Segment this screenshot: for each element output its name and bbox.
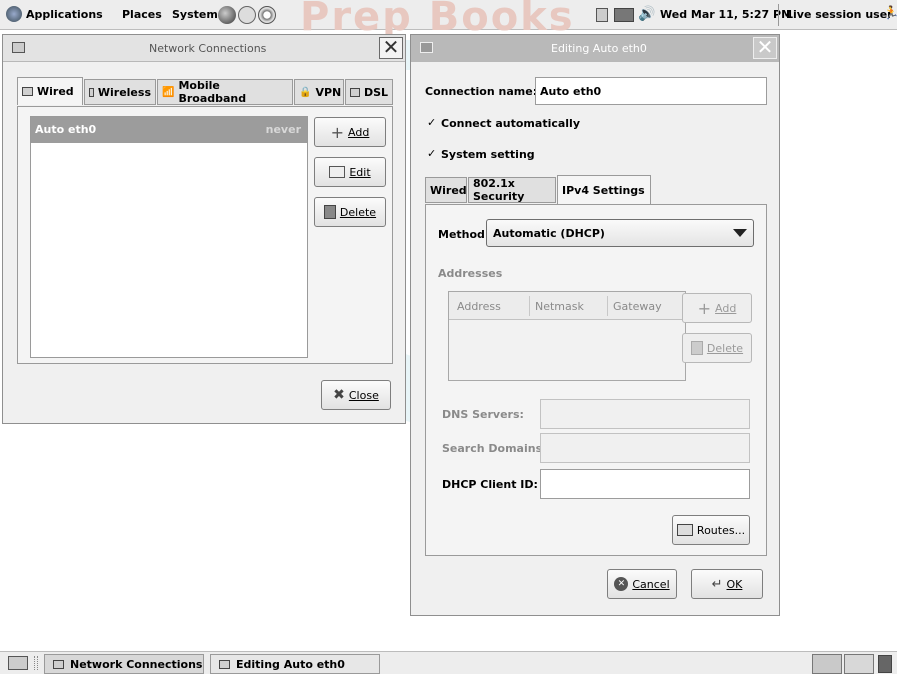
gnome-foot-icon[interactable] — [6, 6, 22, 22]
connection-name: Auto eth0 — [35, 123, 97, 136]
cancel-button[interactable]: ✕ Cancel — [607, 569, 677, 599]
search-domains-field[interactable] — [540, 433, 750, 463]
dns-servers-field[interactable] — [540, 399, 750, 429]
firefox-icon[interactable] — [218, 6, 236, 24]
routes-icon — [676, 524, 693, 536]
connection-last-used: never — [265, 123, 301, 136]
volume-icon[interactable]: 🔊 — [638, 7, 655, 21]
window-icon — [12, 42, 25, 53]
window-icon — [420, 42, 433, 53]
trash-icon — [323, 205, 336, 219]
cancel-icon: ✕ — [614, 577, 629, 591]
dhcp-client-id-field[interactable] — [540, 469, 750, 499]
settings-tabs: Wired 802.1x Security IPv4 Settings — [425, 175, 655, 205]
antenna-icon: 📶 — [162, 86, 175, 98]
add-button[interactable]: + Add — [314, 117, 386, 147]
column-netmask: Netmask — [535, 300, 584, 313]
ok-arrow-icon: ↵ — [711, 576, 723, 592]
window-icon — [219, 659, 230, 669]
column-gateway: Gateway — [613, 300, 662, 313]
address-add-button[interactable]: + Add — [682, 293, 752, 323]
show-desktop-icon[interactable] — [8, 656, 28, 670]
close-icon[interactable]: ✕ — [753, 37, 777, 59]
close-icon[interactable]: ✕ — [379, 37, 403, 59]
method-label: Method: — [438, 228, 490, 241]
network-connections-window: Network Connections ✕ Wired Wireless 📶 Mo… — [2, 34, 406, 424]
delete-button[interactable]: Delete — [314, 197, 386, 227]
workspace-1[interactable] — [812, 654, 842, 674]
clipboard-icon[interactable] — [596, 8, 608, 22]
connect-automatically-label[interactable]: Connect automatically — [441, 117, 580, 130]
table-header: Address Netmask Gateway — [449, 292, 685, 320]
network-icon[interactable] — [614, 8, 634, 22]
chevron-down-icon — [733, 229, 747, 237]
column-divider — [529, 296, 530, 316]
address-delete-button[interactable]: Delete — [682, 333, 752, 363]
task-editing-auto-eth0[interactable]: Editing Auto eth0 — [210, 654, 380, 674]
dns-servers-label: DNS Servers: — [442, 408, 524, 421]
workspace-2[interactable] — [844, 654, 874, 674]
task-network-connections[interactable]: Network Connections — [44, 654, 204, 674]
system-setting-checkbox[interactable]: ✓ — [427, 148, 437, 159]
window-icon — [53, 659, 64, 669]
connection-type-tabs: Wired Wireless 📶 Mobile Broadband 🔒 VPN DS… — [17, 77, 393, 107]
edit-connection-window: Editing Auto eth0 ✕ Connection name: Aut… — [410, 34, 780, 616]
applications-menu[interactable]: Applications — [26, 8, 103, 21]
wired-icon — [22, 87, 33, 96]
bottom-panel: Network Connections Editing Auto eth0 — [0, 651, 897, 674]
tab-wired-settings[interactable]: Wired — [425, 177, 467, 203]
add-icon: + — [330, 122, 345, 142]
tab-ipv4-settings[interactable]: IPv4 Settings — [557, 175, 651, 205]
close-button[interactable]: ✖ Close — [321, 380, 391, 410]
user-running-icon[interactable]: 🏃 — [883, 7, 897, 21]
places-menu[interactable]: Places — [122, 8, 162, 21]
addresses-table: Address Netmask Gateway — [448, 291, 686, 381]
tab-mobile-broadband[interactable]: 📶 Mobile Broadband — [157, 79, 293, 105]
edit-icon — [329, 166, 346, 178]
routes-button[interactable]: Routes... — [672, 515, 750, 545]
session-user[interactable]: Live session user — [786, 8, 893, 21]
tab-dsl[interactable]: DSL — [345, 79, 393, 105]
close-x-icon: ✖ — [333, 387, 345, 403]
titlebar[interactable]: Network Connections ✕ — [3, 35, 405, 62]
help-icon[interactable] — [258, 6, 276, 24]
addresses-label: Addresses — [438, 267, 503, 280]
tab-8021x-security[interactable]: 802.1x Security — [468, 177, 556, 203]
clock[interactable]: Wed Mar 11, 5:27 PM — [660, 8, 792, 21]
wireless-icon — [89, 87, 94, 97]
list-item[interactable]: Auto eth0 never — [31, 117, 307, 143]
column-divider — [607, 296, 608, 316]
connection-list[interactable]: Auto eth0 never — [30, 116, 308, 358]
connection-name-label: Connection name: — [425, 85, 538, 98]
add-icon: + — [697, 298, 712, 318]
dsl-icon — [350, 87, 360, 97]
panel-separator — [778, 4, 779, 26]
search-domains-label: Search Domains: — [442, 442, 547, 455]
trash-icon[interactable] — [878, 655, 892, 673]
dhcp-client-id-label: DHCP Client ID: — [442, 478, 538, 491]
tab-wireless[interactable]: Wireless — [84, 79, 156, 105]
window-title: Network Connections — [149, 42, 267, 55]
edit-button[interactable]: Edit — [314, 157, 386, 187]
ok-button[interactable]: ↵ OK — [691, 569, 763, 599]
connect-automatically-checkbox[interactable]: ✓ — [427, 117, 437, 128]
ipv4-tab-panel: Method: Automatic (DHCP) Addresses Addre… — [425, 204, 767, 556]
connection-name-field[interactable]: Auto eth0 — [535, 77, 767, 105]
tab-wired[interactable]: Wired — [17, 77, 83, 105]
system-menu[interactable]: System — [172, 8, 218, 21]
method-dropdown[interactable]: Automatic (DHCP) — [486, 219, 754, 247]
lock-icon: 🔒 — [299, 86, 312, 98]
connection-tab-panel: Auto eth0 never + Add Edit Delete — [17, 106, 393, 364]
panel-handle — [34, 656, 38, 670]
column-address: Address — [457, 300, 501, 313]
mail-icon[interactable] — [238, 6, 256, 24]
titlebar[interactable]: Editing Auto eth0 ✕ — [411, 35, 779, 62]
trash-icon — [690, 341, 703, 355]
window-title: Editing Auto eth0 — [551, 42, 647, 55]
system-setting-label[interactable]: System setting — [441, 148, 535, 161]
tab-vpn[interactable]: 🔒 VPN — [294, 79, 344, 105]
